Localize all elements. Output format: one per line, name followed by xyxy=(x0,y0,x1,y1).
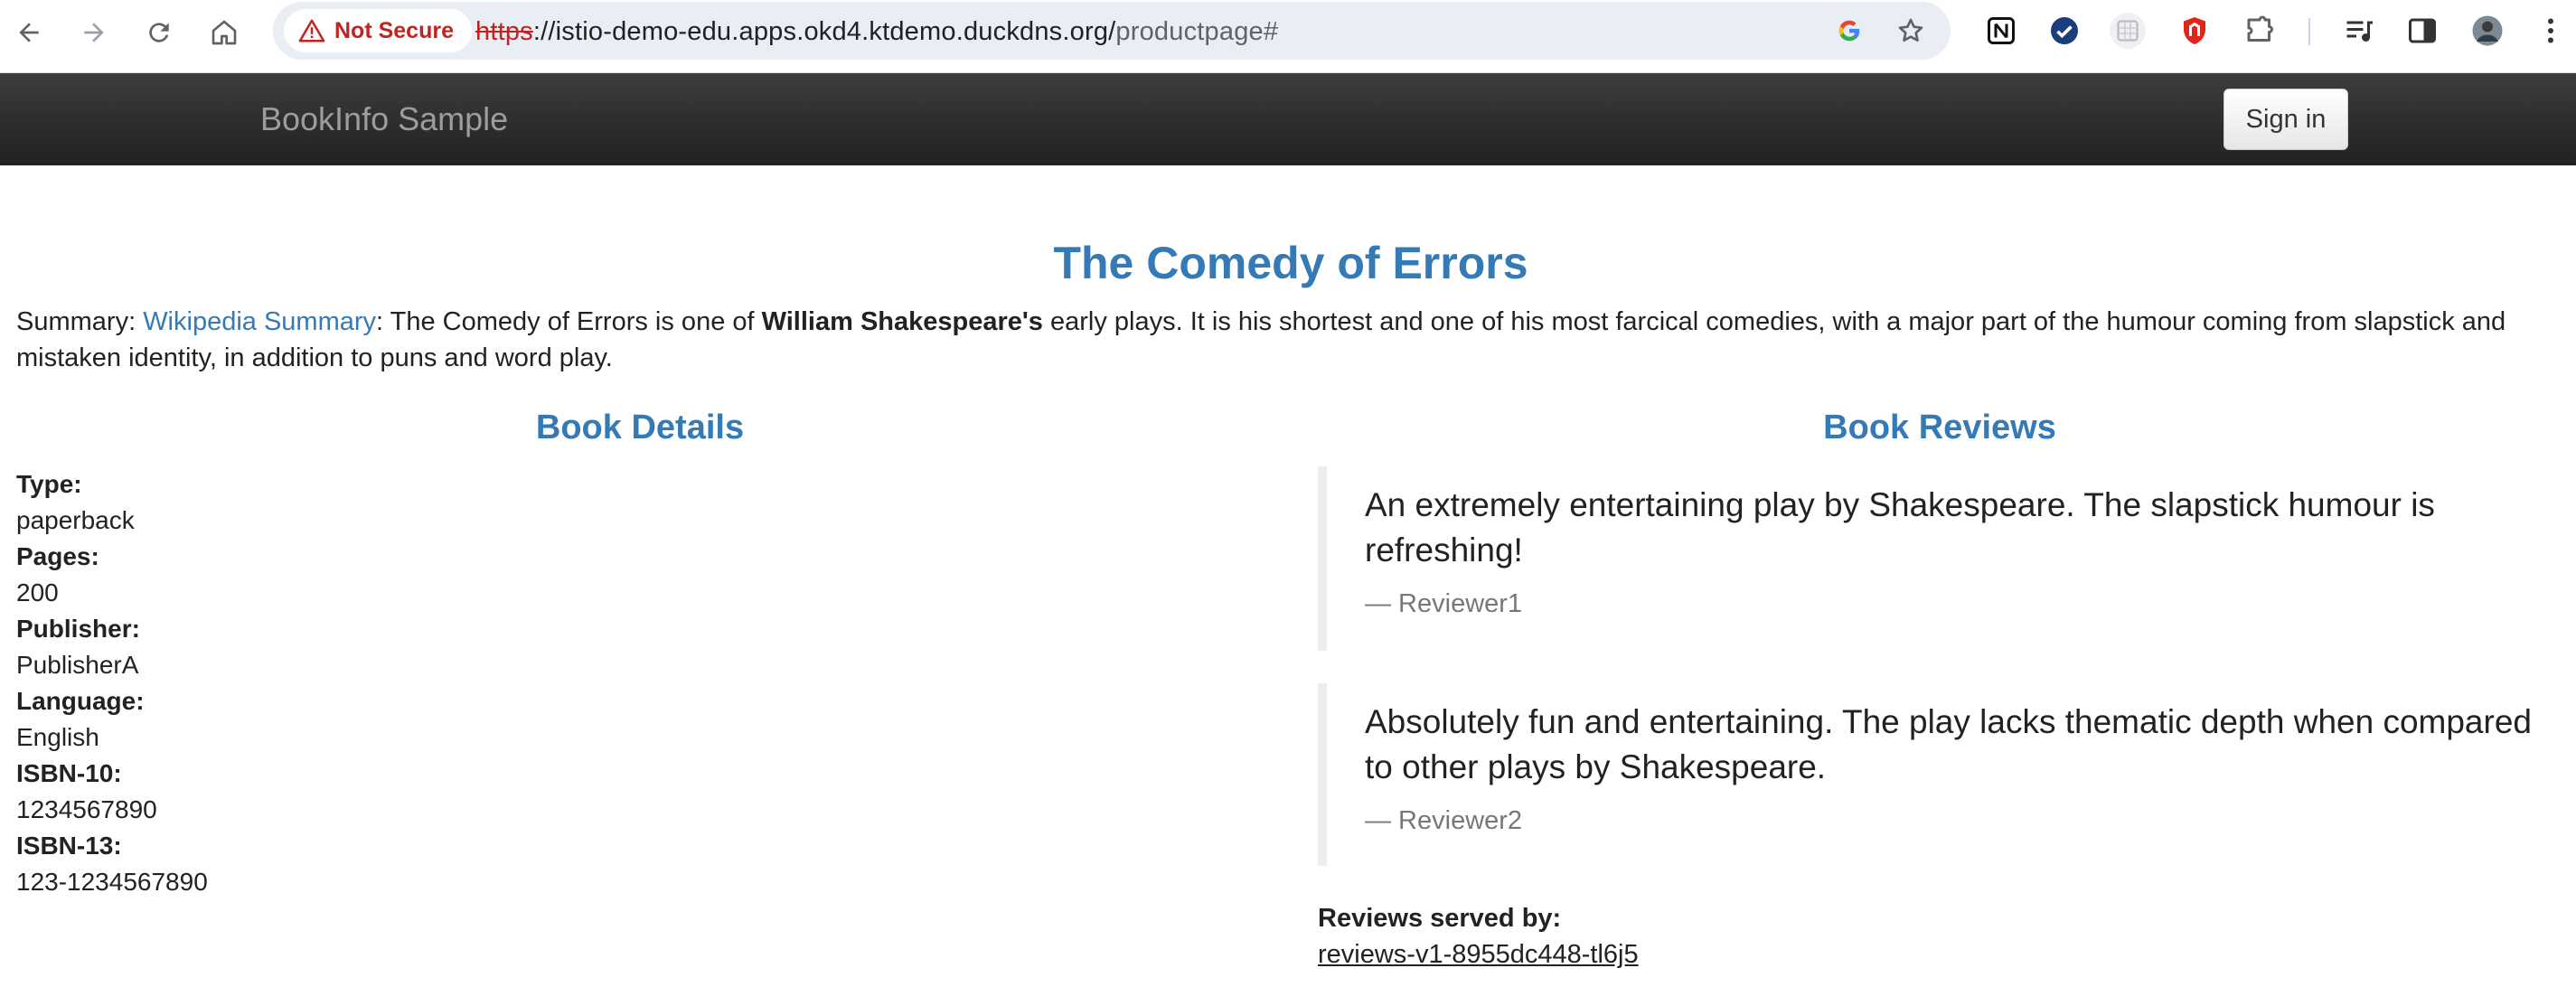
notion-icon[interactable] xyxy=(1983,13,2019,49)
served-by-pod-link[interactable]: reviews-v1-8955dc448-tl6j5 xyxy=(1318,940,1639,969)
more-icon[interactable] xyxy=(2533,13,2569,49)
playlist-icon[interactable] xyxy=(2341,13,2377,49)
address-bar[interactable]: Not Secure https://istio-demo-edu.apps.o… xyxy=(273,2,1951,60)
book-summary: Summary: Wikipedia Summary: The Comedy o… xyxy=(16,304,2565,376)
summary-prefix: Summary: xyxy=(16,307,144,336)
reload-icon xyxy=(149,23,169,42)
sidepanel-icon[interactable] xyxy=(2404,13,2440,49)
reviewer-name: — Reviewer1 xyxy=(1365,589,1523,618)
sign-in-button[interactable]: Sign in xyxy=(2223,89,2348,150)
summary-author: William Shakespeare's xyxy=(761,307,1043,336)
served-by-label: Reviews served by: xyxy=(1318,904,1562,933)
back-icon xyxy=(19,23,39,42)
forward-button[interactable] xyxy=(72,11,116,54)
pages-value: 200 xyxy=(16,578,59,606)
url-text[interactable]: https://istio-demo-edu.apps.okd4.ktdemo.… xyxy=(475,17,1278,47)
review-item: Absolutely fun and entertaining. The pla… xyxy=(1318,683,2556,866)
type-label: Type: xyxy=(16,470,82,498)
check-icon[interactable] xyxy=(2046,13,2082,49)
avatar[interactable] xyxy=(2469,13,2505,49)
isbn13-label: ISBN-13: xyxy=(16,832,122,860)
summary-text-1: : The Comedy of Errors is one of xyxy=(376,307,762,336)
home-icon xyxy=(212,20,237,45)
google-icon[interactable] xyxy=(1833,14,1866,47)
publisher-label: Publisher: xyxy=(16,615,140,643)
language-value: English xyxy=(16,723,99,751)
app-navbar: BookInfo Sample Sign in xyxy=(0,73,2576,165)
reviews-served-by: Reviews served by: reviews-v1-8955dc448-… xyxy=(1318,900,1639,973)
book-reviews-heading: Book Reviews xyxy=(1823,409,2056,446)
forward-icon xyxy=(84,23,104,42)
isbn13-value: 123-1234567890 xyxy=(16,868,208,896)
brand-link[interactable]: BookInfo Sample xyxy=(260,100,508,138)
isbn10-value: 1234567890 xyxy=(16,795,157,823)
url-host: ://istio-demo-edu.apps.okd4.ktdemo.duckd… xyxy=(532,17,1116,46)
book-details-heading: Book Details xyxy=(535,409,745,446)
reload-button[interactable] xyxy=(137,11,181,54)
book-details-list: Type: paperback Pages: 200 Publisher: Pu… xyxy=(16,466,208,900)
shield-icon[interactable] xyxy=(2176,13,2213,49)
grid-icon[interactable] xyxy=(2110,13,2146,49)
toolbar-divider xyxy=(2308,18,2310,45)
security-label: Not Secure xyxy=(334,17,454,43)
wikipedia-summary-link[interactable]: Wikipedia Summary xyxy=(143,307,376,336)
back-button[interactable] xyxy=(7,11,51,54)
review-text: An extremely entertaining play by Shakes… xyxy=(1365,486,2435,569)
review-item: An extremely entertaining play by Shakes… xyxy=(1318,466,2556,651)
language-label: Language: xyxy=(16,687,145,715)
page-title: The Comedy of Errors xyxy=(1053,238,1528,288)
browser-toolbar: Not Secure https://istio-demo-edu.apps.o… xyxy=(0,0,2576,73)
security-chip[interactable]: Not Secure xyxy=(284,9,472,52)
warning-icon xyxy=(298,19,325,42)
pages-label: Pages: xyxy=(16,542,99,570)
url-path: productpage# xyxy=(1115,17,1279,46)
reviewer-name: — Reviewer2 xyxy=(1365,806,1523,835)
type-value: paperback xyxy=(16,506,135,534)
publisher-value: PublisherA xyxy=(16,651,139,679)
review-text: Absolutely fun and entertaining. The pla… xyxy=(1365,703,2532,785)
isbn10-label: ISBN-10: xyxy=(16,759,122,787)
home-button[interactable] xyxy=(202,11,246,54)
star-icon[interactable] xyxy=(1894,14,1927,47)
puzzle-icon[interactable] xyxy=(2242,13,2278,49)
url-scheme: https xyxy=(475,17,533,46)
